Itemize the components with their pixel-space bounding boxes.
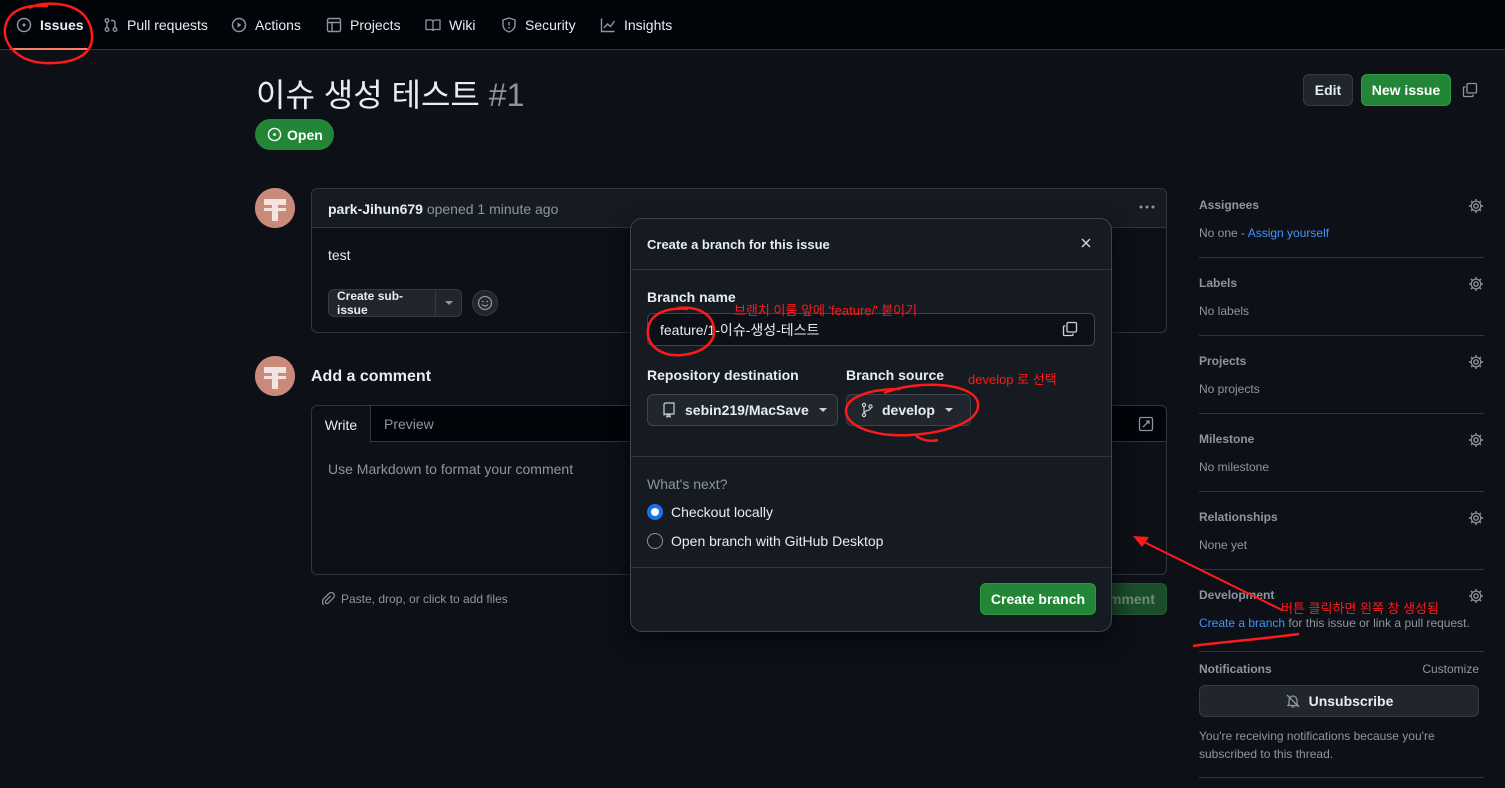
annotation-button-note: 버튼 클릭하면 왼쪽 창 생성됨: [1281, 601, 1439, 616]
prefix-circle: [646, 306, 716, 357]
annotation-overlay: [3, 2, 1300, 648]
issues-tab-circle: [3, 2, 94, 65]
arrow-line: [1135, 537, 1283, 611]
annotation-source-note: develop 로 선택: [968, 372, 1057, 387]
develop-circle: [844, 383, 980, 443]
annotation-branch-note: 브랜치 이름 앞에 'feature/' 붙이기: [734, 303, 918, 318]
underline-mark: [1192, 632, 1300, 648]
arrow-head: [1133, 536, 1149, 547]
